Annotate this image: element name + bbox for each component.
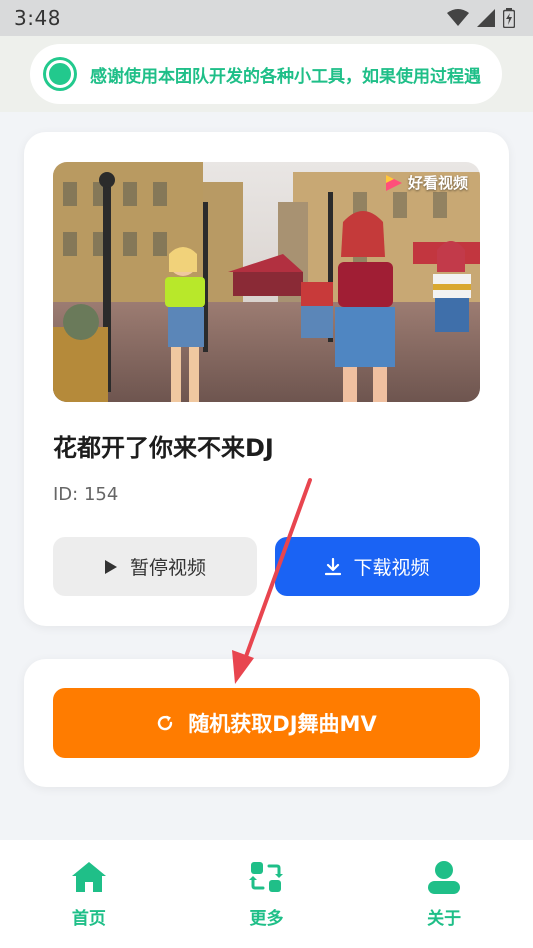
notice-area: 感谢使用本团队开发的各种小工具，如果使用过程遇	[0, 36, 533, 112]
status-time: 3:48	[14, 6, 61, 30]
refresh-icon	[158, 715, 173, 731]
haokan-logo-icon	[385, 174, 402, 191]
status-dot-icon	[46, 60, 74, 88]
video-id: ID: 154	[53, 484, 119, 505]
random-dj-button[interactable]: 随机获取DJ舞曲MV	[53, 688, 480, 758]
pause-video-button[interactable]: 暂停视频	[53, 537, 257, 596]
video-card: 好看视频 花都开了你来不来DJ ID: 154 暂停视频 下载视频	[24, 132, 509, 626]
bottom-nav: 首页 更多 关于	[0, 840, 533, 948]
download-video-button[interactable]: 下载视频	[275, 537, 480, 596]
random-dj-label: 随机获取DJ舞曲MV	[188, 712, 377, 736]
video-scene-image	[53, 162, 480, 402]
status-bar: 3:48	[0, 0, 533, 36]
wifi-icon	[447, 9, 469, 26]
nav-label-more: 更多	[249, 909, 284, 929]
download-icon	[325, 557, 342, 575]
play-icon	[104, 559, 117, 574]
nav-item-home[interactable]: 首页	[29, 860, 149, 929]
notice-text: 感谢使用本团队开发的各种小工具，如果使用过程遇	[90, 66, 481, 87]
video-watermark: 好看视频	[384, 172, 468, 193]
nav-label-about: 关于	[427, 909, 462, 929]
nav-label-home: 首页	[71, 909, 106, 929]
nav-item-more[interactable]: 更多	[206, 860, 326, 929]
user-icon	[428, 861, 461, 894]
download-video-label: 下载视频	[353, 557, 430, 579]
video-thumbnail[interactable]: 好看视频	[53, 162, 480, 402]
cellular-signal-icon	[477, 9, 495, 27]
more-icon	[249, 862, 284, 892]
notice-bar: 感谢使用本团队开发的各种小工具，如果使用过程遇	[30, 44, 502, 104]
home-icon	[71, 862, 106, 892]
pause-video-label: 暂停视频	[129, 557, 206, 579]
battery-icon	[503, 8, 515, 28]
nav-item-about[interactable]: 关于	[384, 860, 504, 929]
video-title: 花都开了你来不来DJ	[53, 434, 274, 462]
random-card: 随机获取DJ舞曲MV	[24, 659, 509, 787]
status-icons	[447, 8, 515, 28]
watermark-text: 好看视频	[407, 174, 468, 192]
